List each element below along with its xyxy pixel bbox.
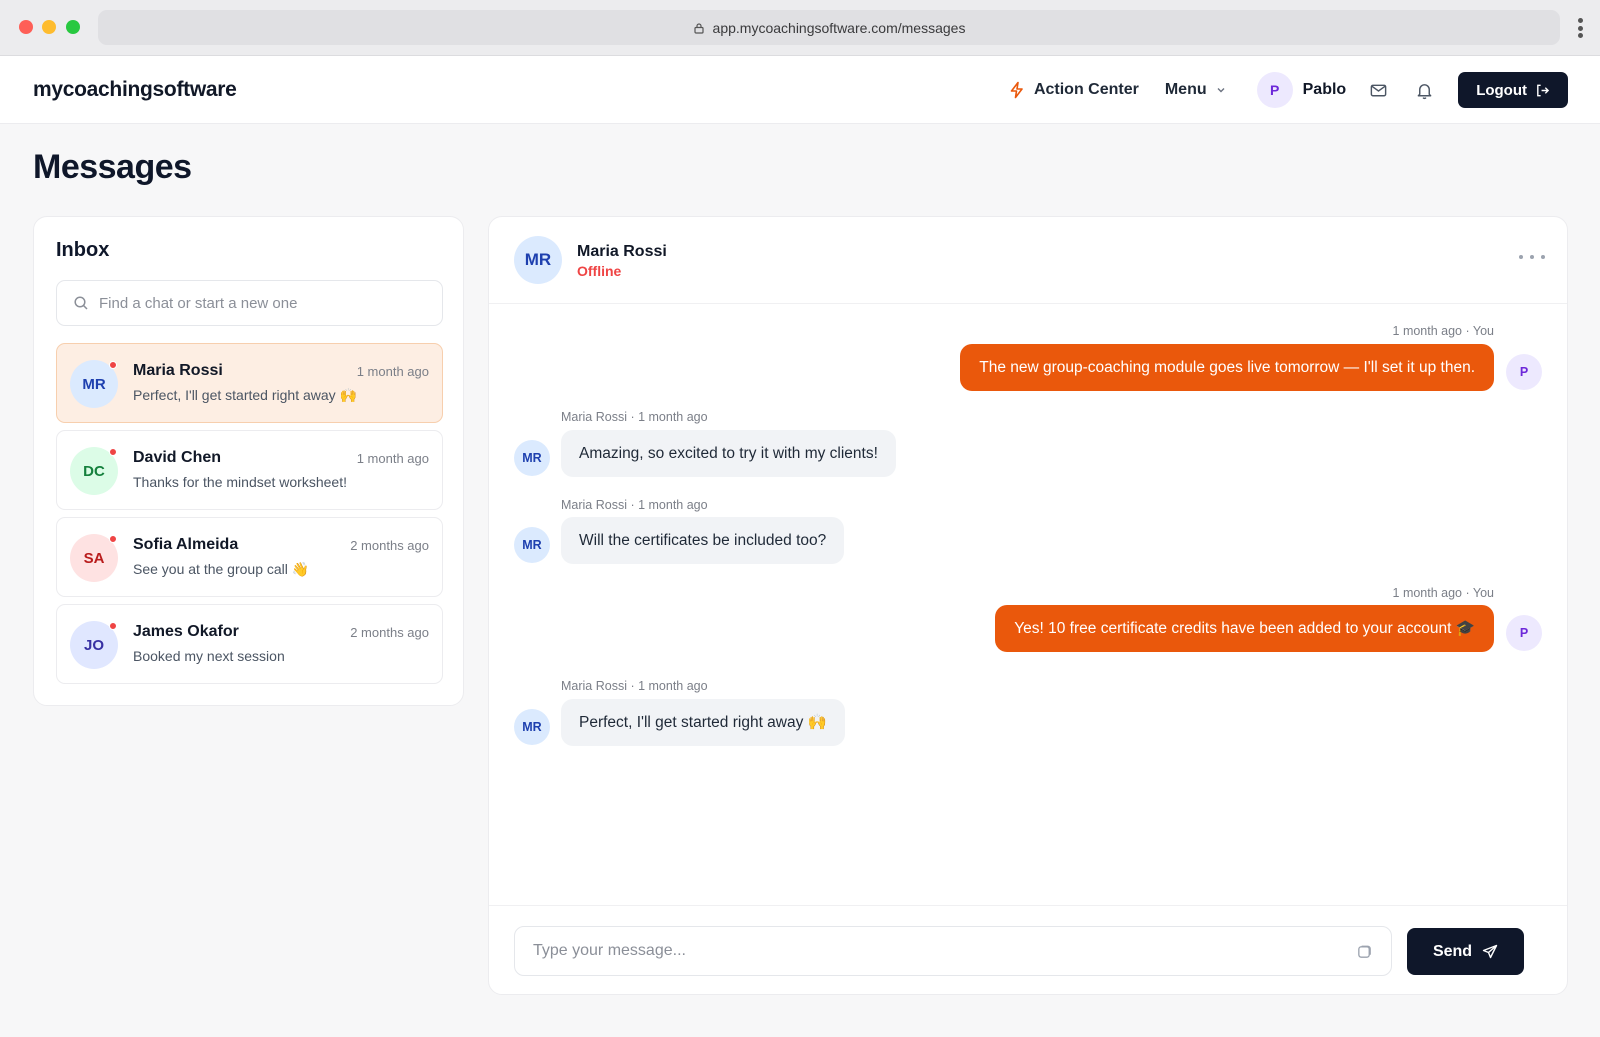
more-horizontal-icon[interactable]	[1519, 249, 1545, 265]
mail-icon	[1370, 84, 1387, 96]
avatar: P	[1256, 72, 1293, 108]
search-icon	[74, 296, 88, 310]
messages-button[interactable]	[1366, 78, 1390, 102]
user-profile[interactable]: P Pablo	[1256, 72, 1347, 108]
list-item[interactable]: JO James Okafor 2 months ago Booked my next…	[56, 604, 443, 684]
send-icon	[1482, 944, 1498, 958]
avatar: MR	[70, 360, 118, 408]
message-composer: Send	[489, 905, 1567, 994]
chat-name: Maria Rossi	[133, 362, 223, 379]
unread-dot	[109, 448, 117, 456]
chat-time: 2 months ago	[350, 625, 429, 640]
list-item[interactable]: DC David Chen 1 month ago Thanks for the mi…	[56, 430, 443, 510]
avatar: JO	[70, 621, 118, 669]
list-item[interactable]: MR Maria Rossi 1 month ago Perfect, I'll ge…	[56, 343, 443, 423]
chat-time: 2 months ago	[350, 538, 429, 553]
search-input[interactable]	[99, 294, 426, 312]
inbox-title: Inbox	[56, 239, 110, 261]
outgoing-message: Yes! 10 free certificate credits have be…	[995, 605, 1494, 652]
incoming-message: Perfect, I'll get started right away 🙌	[561, 699, 845, 746]
avatar: P	[1506, 354, 1542, 390]
action-center-label: Action Center	[1033, 81, 1139, 98]
conversation-panel: MR Maria Rossi Offline 1 month ago · You…	[488, 216, 1568, 995]
avatar-initials: MR	[82, 375, 106, 393]
logout-icon	[1537, 84, 1550, 96]
chat-preview: See you at the group call 👋	[133, 561, 310, 577]
address-bar[interactable]: app.mycoachingsoftware.com/messages	[98, 10, 1560, 45]
status-badge: Offline	[577, 263, 622, 279]
header-nav: Action Center Menu P Pablo Logout	[1008, 71, 1568, 109]
user-name: Pablo	[1302, 81, 1347, 98]
message-meta: 1 month ago · You	[1392, 324, 1494, 338]
app-header: mycoachingsoftware Action Center Menu P …	[0, 56, 1600, 124]
unread-dot	[109, 535, 117, 543]
outgoing-message: The new group-coaching module goes live …	[960, 344, 1494, 391]
chat-list: MR Maria Rossi 1 month ago Perfect, I'll ge…	[56, 343, 443, 684]
menu-dropdown[interactable]: Menu	[1165, 81, 1227, 99]
unread-dot	[109, 361, 117, 369]
chat-search[interactable]	[56, 280, 443, 326]
url-text: app.mycoachingsoftware.com/messages	[712, 19, 966, 36]
action-center-link[interactable]: Action Center	[1008, 81, 1139, 99]
unread-dot	[109, 622, 117, 630]
avatar: MR	[514, 527, 550, 563]
chat-time: 1 month ago	[356, 364, 429, 379]
lock-icon	[693, 22, 704, 34]
avatar-initials: JO	[83, 636, 104, 654]
bell-icon	[1417, 83, 1432, 99]
message-meta: 1 month ago · You	[1392, 586, 1494, 600]
notifications-button[interactable]	[1412, 78, 1436, 102]
chat-name: James Okafor	[133, 623, 239, 640]
page-title: Messages	[33, 148, 192, 186]
maximize-window-button[interactable]	[66, 20, 80, 34]
send-button[interactable]: Send	[1407, 928, 1524, 975]
chat-preview: Booked my next session	[133, 648, 285, 664]
chat-preview: Thanks for the mindset worksheet!	[133, 474, 347, 490]
minimize-window-button[interactable]	[42, 20, 56, 34]
chat-time: 1 month ago	[356, 451, 429, 466]
message-input[interactable]	[533, 942, 1356, 960]
incoming-message: Will the certificates be included too?	[561, 517, 845, 564]
message-meta: Maria Rossi · 1 month ago	[561, 410, 708, 424]
contact-avatar: MR	[514, 236, 562, 284]
incoming-message: Amazing, so excited to try it with my cl…	[561, 430, 896, 477]
avatar: MR	[514, 440, 550, 476]
browser-menu-icon[interactable]	[1572, 16, 1588, 40]
menu-label: Menu	[1164, 81, 1207, 98]
chevron-down-icon	[1217, 88, 1225, 93]
lightning-icon	[1010, 81, 1023, 99]
message-meta: Maria Rossi · 1 month ago	[561, 679, 708, 693]
avatar-initials: DC	[83, 462, 105, 480]
send-label: Send	[1432, 942, 1473, 960]
contact-name: Maria Rossi	[577, 243, 667, 260]
chat-name: David Chen	[133, 449, 222, 466]
avatar: MR	[514, 709, 550, 745]
avatar: SA	[70, 534, 118, 582]
logout-label: Logout	[1476, 81, 1527, 99]
inbox-panel: Inbox MR Maria Rossi 1 month ago Perfect, I…	[33, 216, 464, 706]
chat-name: Sofia Almeida	[133, 536, 239, 553]
conversation-header: MR Maria Rossi Offline	[489, 217, 1567, 304]
avatar-initials: SA	[83, 549, 105, 567]
logout-button[interactable]: Logout	[1458, 72, 1568, 108]
message-input-wrapper	[514, 926, 1392, 976]
close-window-button[interactable]	[19, 20, 33, 34]
avatar: DC	[70, 447, 118, 495]
browser-chrome: app.mycoachingsoftware.com/messages	[0, 0, 1600, 56]
message-meta: Maria Rossi · 1 month ago	[561, 498, 708, 512]
avatar: P	[1506, 615, 1542, 651]
attachment-icon[interactable]	[1356, 943, 1373, 960]
chat-preview: Perfect, I'll get started right away 🙌	[133, 387, 357, 403]
list-item[interactable]: SA Sofia Almeida 2 months ago See you at th…	[56, 517, 443, 597]
brand-logo[interactable]: mycoachingsoftware	[33, 78, 237, 102]
